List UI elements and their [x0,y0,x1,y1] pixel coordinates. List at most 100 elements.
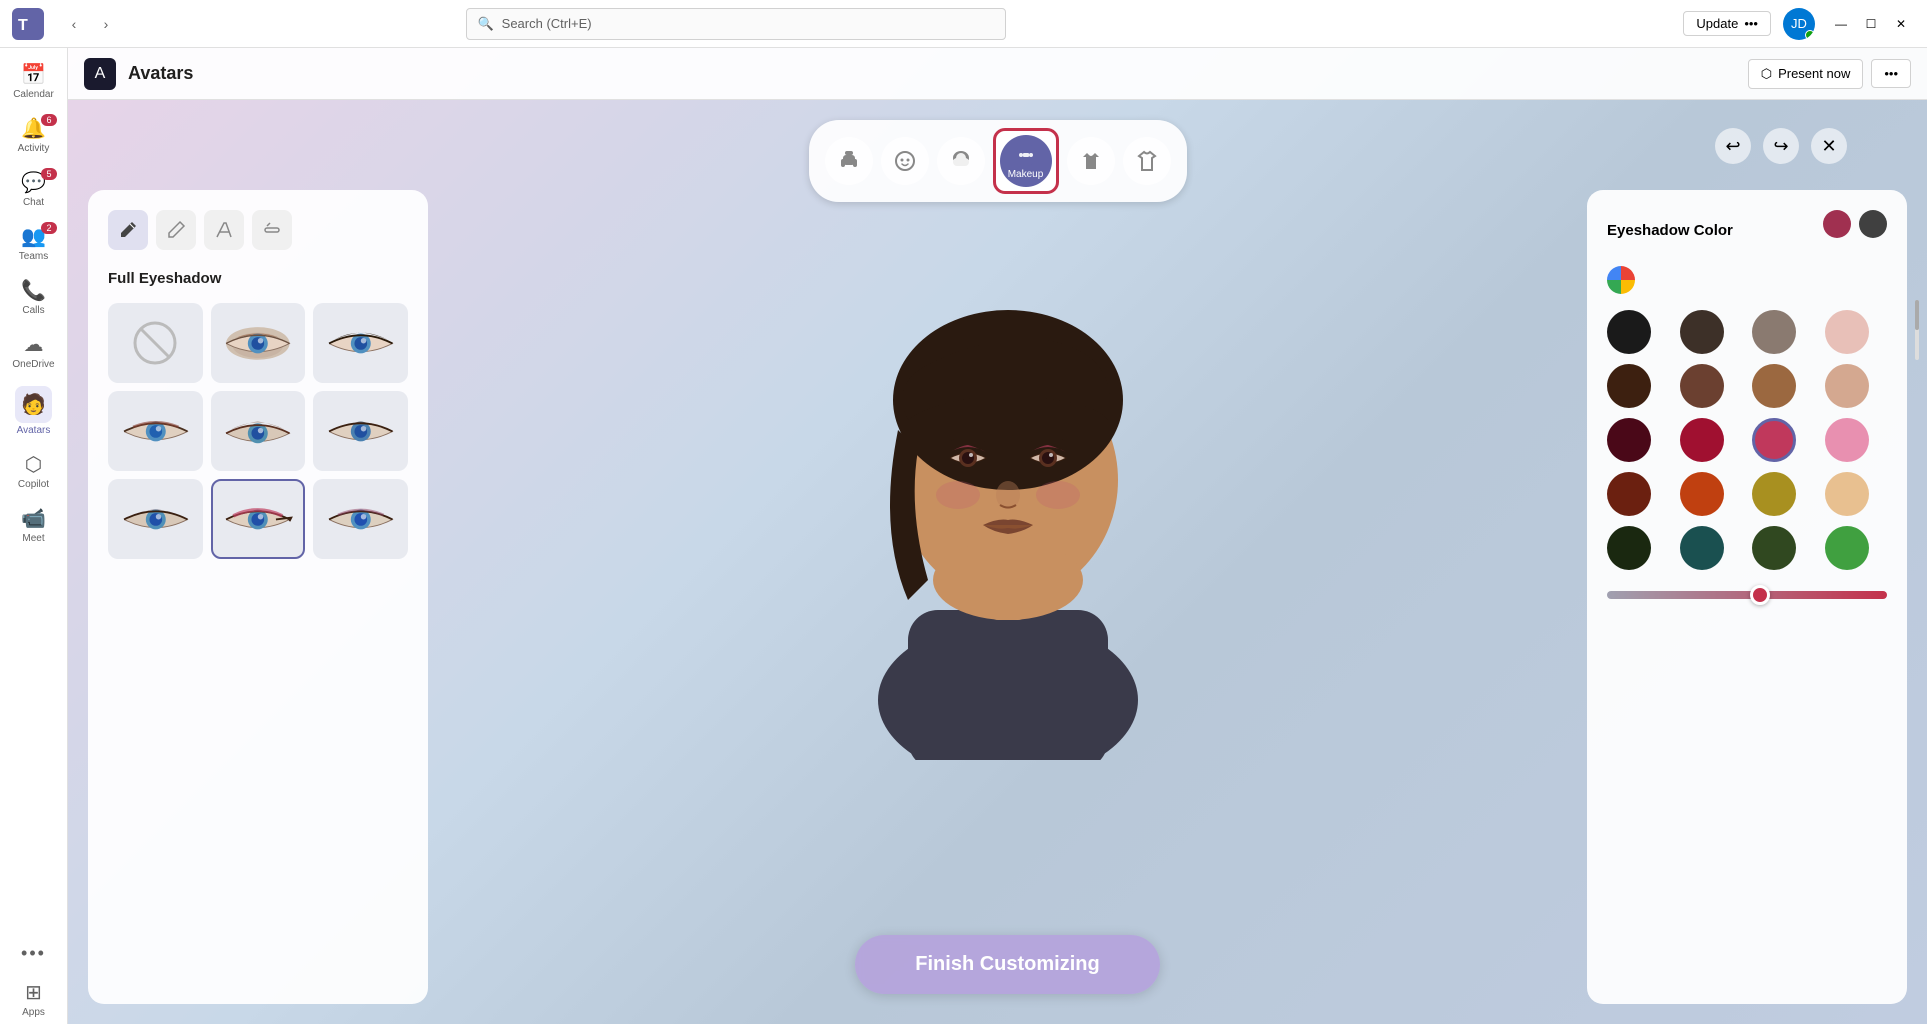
user-avatar[interactable]: JD [1783,8,1815,40]
eye-style1-icon [217,308,299,378]
color-dot-1[interactable] [1680,310,1724,354]
eyeshadow-grid [108,303,408,559]
sidebar-label-teams: Teams [19,251,48,262]
nav-controls: ‹ › [60,10,120,38]
toolbar-outfit-button[interactable] [1067,137,1115,185]
color-dot-16[interactable] [1607,526,1651,570]
color-wheel-icon[interactable] [1607,266,1635,294]
app-body: 📅 Calendar 🔔 Activity 6 💬 Chat 5 👥 Teams… [0,48,1927,1024]
panel-tab-3[interactable] [204,210,244,250]
color-dot-18[interactable] [1752,526,1796,570]
color-panel-title: Eyeshadow Color [1607,222,1733,239]
meet-icon: 📹 [21,506,46,531]
eyeshadow-style-2[interactable] [313,303,408,383]
redo-button[interactable]: ↪ [1763,128,1799,164]
panel-tabs [108,210,408,250]
sidebar-item-copilot[interactable]: ⬡ Copilot [0,446,67,496]
maximize-button[interactable]: ☐ [1857,10,1885,38]
toolbar-body-button[interactable] [825,137,873,185]
color-dot-9[interactable] [1680,418,1724,462]
copilot-icon: ⬡ [25,452,42,477]
eyeshadow-style-3[interactable] [108,391,203,471]
sidebar-item-meet[interactable]: 📹 Meet [0,500,67,550]
eyeshadow-style-8[interactable] [313,479,408,559]
eyeshadow-style-4[interactable] [211,391,306,471]
toolbar-face-button[interactable] [881,137,929,185]
sidebar-item-avatars[interactable]: 🧑 Avatars [0,380,67,442]
present-now-button[interactable]: ⬡ Present now [1748,59,1864,89]
panel-tab-2[interactable] [156,210,196,250]
finish-customizing-button[interactable]: Finish Customizing [855,935,1159,994]
sidebar-item-teams[interactable]: 👥 Teams 2 [0,218,67,268]
swatch-primary[interactable] [1823,210,1851,238]
sidebar-label-apps: Apps [22,1007,45,1018]
opacity-slider[interactable] [1607,591,1887,599]
panel-tab-1[interactable] [108,210,148,250]
color-dot-2[interactable] [1752,310,1796,354]
color-dot-3[interactable] [1825,310,1869,354]
undo-button[interactable]: ↩ [1715,128,1751,164]
sidebar-label-copilot: Copilot [18,479,49,490]
pencil4-icon [262,220,282,240]
color-dot-17[interactable] [1680,526,1724,570]
teams-badge: 2 [41,222,57,234]
eyeshadow-none[interactable] [108,303,203,383]
eye-style7-icon [217,484,299,554]
sidebar-item-more[interactable]: ••• [0,937,67,970]
forward-button[interactable]: › [92,10,120,38]
color-dot-8[interactable] [1607,418,1651,462]
makeup-toolbar: Makeup [809,120,1187,202]
swatch-secondary[interactable] [1859,210,1887,238]
eyeshadow-style-5[interactable] [313,391,408,471]
avatars-icon: 🧑 [21,394,46,416]
update-button[interactable]: Update ••• [1683,11,1771,36]
eyeshadow-style-6[interactable] [108,479,203,559]
eyeshadow-category-title: Full Eyeshadow [108,270,408,287]
search-bar[interactable]: 🔍 Search (Ctrl+E) [466,8,1006,40]
more-options-button[interactable]: ••• [1871,59,1911,88]
sidebar-item-calls[interactable]: 📞 Calls [0,272,67,322]
activity-badge: 6 [41,114,57,126]
color-dot-19[interactable] [1825,526,1869,570]
window-controls: — ☐ ✕ [1827,10,1915,38]
toolbar-hair-button[interactable] [937,137,985,185]
sidebar-item-chat[interactable]: 💬 Chat 5 [0,164,67,214]
sidebar-item-activity[interactable]: 🔔 Activity 6 [0,110,67,160]
color-dot-14[interactable] [1752,472,1796,516]
eyeshadow-style-1[interactable] [211,303,306,383]
avatar-preview [798,160,1218,780]
editor-close-button[interactable]: ✕ [1811,128,1847,164]
present-icon: ⬡ [1761,66,1772,82]
onedrive-icon: ☁ [24,332,44,357]
toolbar-makeup-button[interactable]: Makeup [1000,135,1052,187]
sidebar-item-calendar[interactable]: 📅 Calendar [0,56,67,106]
svg-text:T: T [18,17,28,34]
color-dot-12[interactable] [1607,472,1651,516]
color-dot-4[interactable] [1607,364,1651,408]
avatar-svg [808,180,1208,760]
color-dot-5[interactable] [1680,364,1724,408]
title-bar: T ‹ › 🔍 Search (Ctrl+E) Update ••• JD — … [0,0,1927,48]
color-dot-0[interactable] [1607,310,1651,354]
minimize-button[interactable]: — [1827,10,1855,38]
sidebar-item-onedrive[interactable]: ☁ OneDrive [0,326,67,376]
panel-tab-4[interactable] [252,210,292,250]
close-button[interactable]: ✕ [1887,10,1915,38]
color-dot-15[interactable] [1825,472,1869,516]
makeup-label: Makeup [1008,169,1044,180]
sidebar-item-apps[interactable]: ⊞ Apps [0,974,67,1024]
color-dot-6[interactable] [1752,364,1796,408]
search-icon: 🔍 [477,16,493,32]
toolbar-clothing-button[interactable] [1123,137,1171,185]
color-dot-7[interactable] [1825,364,1869,408]
color-dot-10[interactable] [1752,418,1796,462]
color-dot-13[interactable] [1680,472,1724,516]
toolbar-makeup-selected[interactable]: Makeup [993,128,1059,194]
back-button[interactable]: ‹ [60,10,88,38]
eyeshadow-style-7[interactable] [211,479,306,559]
clothing-icon [1135,149,1159,173]
color-dot-11[interactable] [1825,418,1869,462]
eye-style2-icon [320,308,402,378]
outfit-icon [1079,149,1103,173]
left-panel: Full Eyeshadow [88,190,428,1004]
